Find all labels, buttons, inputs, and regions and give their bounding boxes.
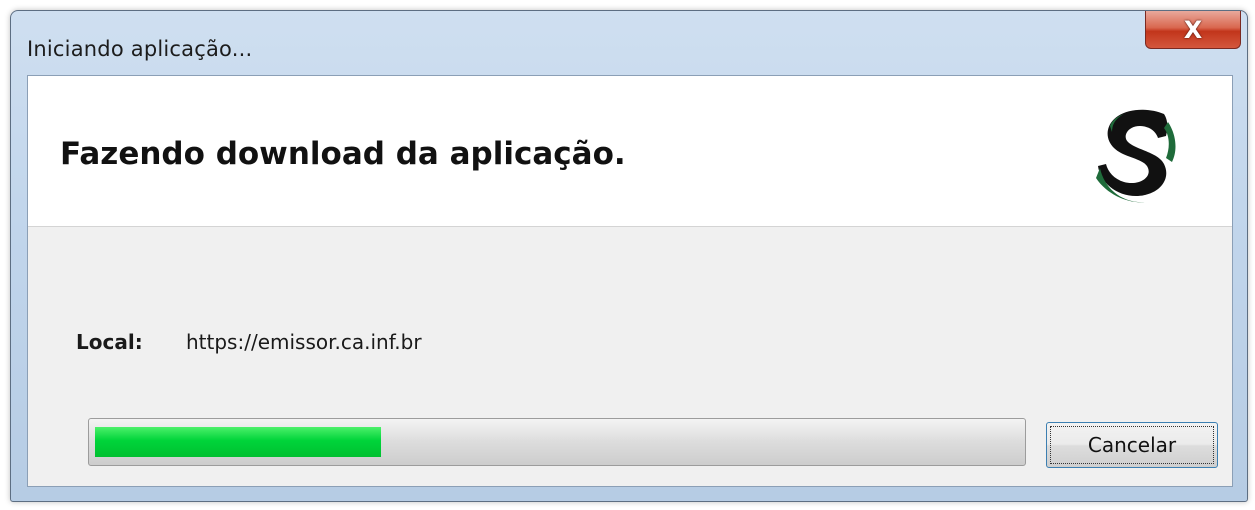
dialog-content: Fazendo download da aplicação. Local: ht…	[27, 75, 1233, 487]
page-title: Fazendo download da aplicação.	[60, 136, 626, 172]
location-label: Local:	[76, 330, 143, 354]
window-title: Iniciando aplicação...	[27, 37, 253, 61]
progress-fill	[95, 427, 382, 457]
progress-inner	[95, 427, 1019, 457]
s-logo-icon	[1096, 109, 1176, 203]
download-dialog: Iniciando aplicação... X Fazendo downloa…	[10, 10, 1248, 502]
close-icon: X	[1183, 15, 1203, 44]
dialog-header: Fazendo download da aplicação.	[28, 76, 1232, 227]
download-progress-bar	[88, 418, 1026, 466]
cancel-button[interactable]: Cancelar	[1046, 422, 1218, 468]
cancel-button-label: Cancelar	[1087, 433, 1177, 457]
close-button[interactable]: X	[1145, 11, 1241, 49]
title-bar[interactable]: Iniciando aplicação... X	[11, 11, 1247, 75]
location-url: https://emissor.ca.inf.br	[186, 330, 422, 354]
